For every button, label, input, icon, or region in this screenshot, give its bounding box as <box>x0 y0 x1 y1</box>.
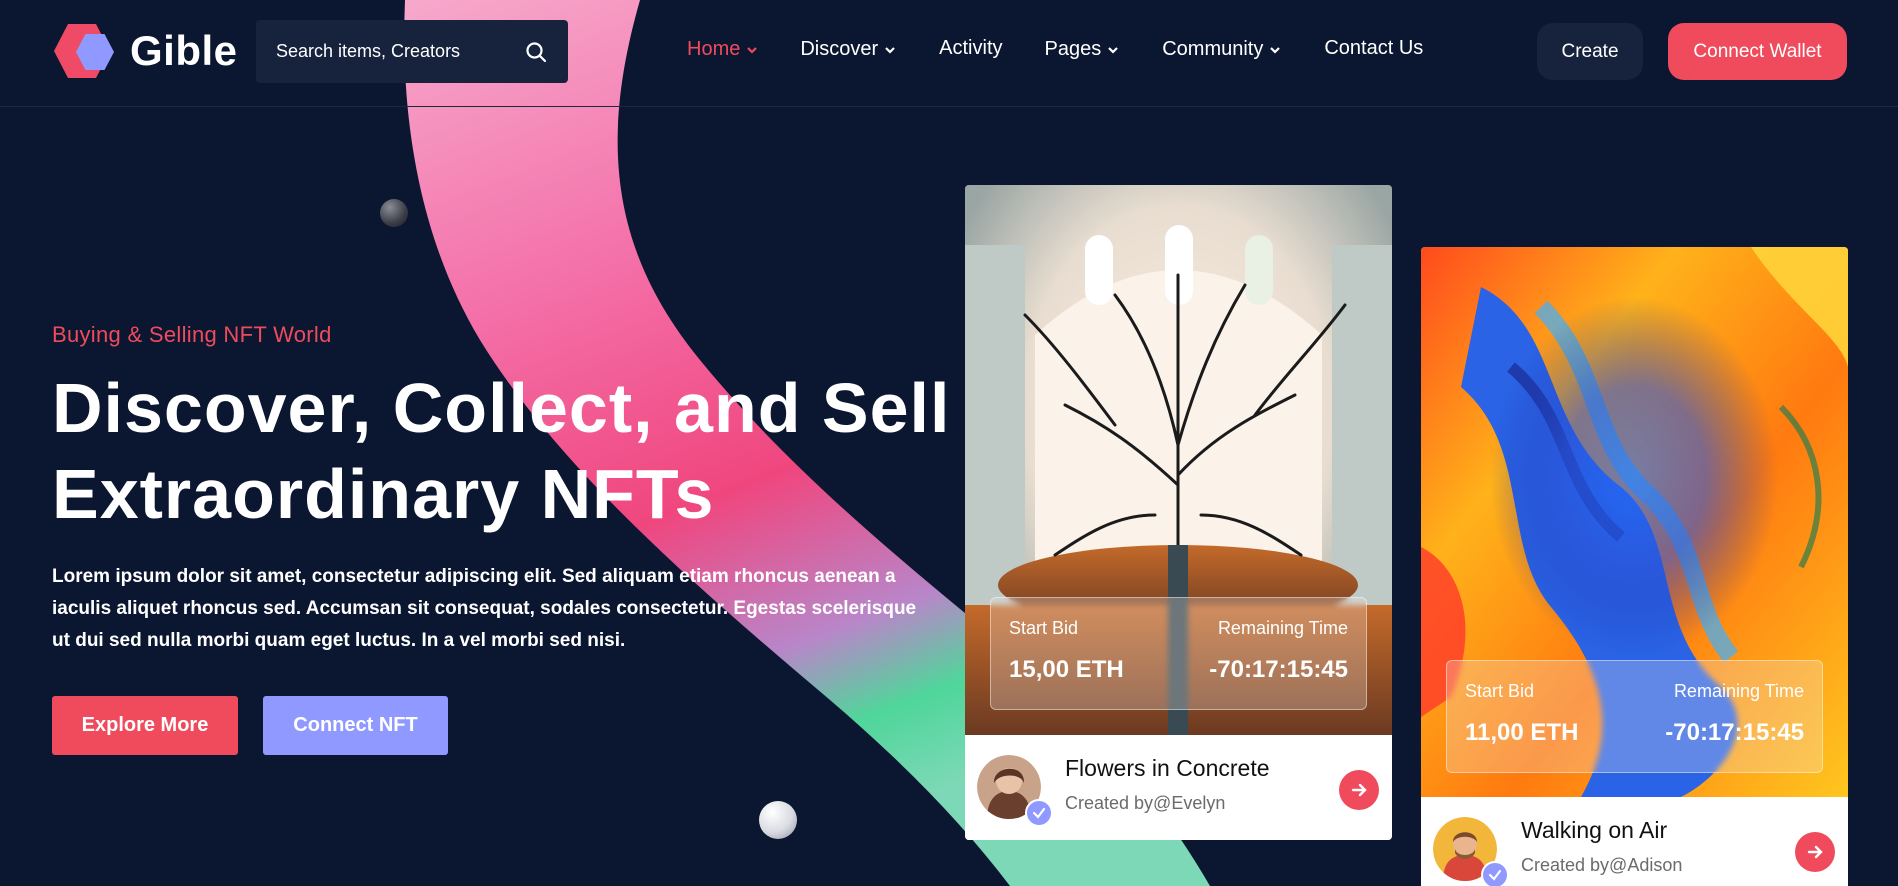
nav-item-label: Pages <box>1044 38 1102 60</box>
card-title[interactable]: Flowers in Concrete <box>1065 755 1270 782</box>
logo-text: Gible <box>130 27 238 74</box>
chevron-down-icon <box>885 46 895 54</box>
nav-item-activity[interactable]: Activity <box>939 36 1002 61</box>
explore-more-button[interactable]: Explore More <box>52 696 238 755</box>
nav-item-label: Home <box>687 38 741 60</box>
decorative-orb <box>380 199 408 227</box>
hero-title: Discover, Collect, and Sell Extraordinar… <box>52 369 951 533</box>
logo-hexagon-icon <box>54 24 120 78</box>
main-nav: Home Discover Activity Pages Community C… <box>687 36 1423 61</box>
connect-nft-button[interactable]: Connect NFT <box>263 696 448 755</box>
bid-info-panel: Start Bid 11,00 ETH Remaining Time -70:1… <box>1446 660 1823 773</box>
search-icon[interactable] <box>524 40 548 64</box>
nft-card[interactable]: Start Bid 15,00 ETH Remaining Time -70:1… <box>965 185 1392 840</box>
remaining-time-label: Remaining Time <box>1217 618 1348 638</box>
nav-item-label: Contact Us <box>1324 37 1424 59</box>
arrow-right-icon[interactable] <box>1339 770 1379 810</box>
chevron-down-icon <box>1270 46 1281 54</box>
start-bid-label: Start Bid <box>1009 618 1079 638</box>
nav-item-contact-us[interactable]: Contact Us <box>1324 36 1423 61</box>
logo[interactable]: Gible <box>54 24 238 78</box>
nav-item-label: Activity <box>939 37 1003 59</box>
card-creator[interactable]: Created by@Adison <box>1521 855 1682 876</box>
nft-card[interactable]: Start Bid 11,00 ETH Remaining Time -70:1… <box>1421 247 1848 886</box>
start-bid-label: Start Bid <box>1465 681 1535 701</box>
card-footer: Flowers in Concrete Created by@Evelyn <box>965 735 1392 840</box>
nav-item-label: Community <box>1162 38 1264 60</box>
arrow-right-icon[interactable] <box>1795 832 1835 872</box>
nav-item-discover[interactable]: Discover <box>800 38 896 61</box>
remaining-time-label: Remaining Time <box>1673 681 1804 701</box>
card-footer: Walking on Air Created by@Adison <box>1421 797 1848 886</box>
chevron-down-icon <box>1108 46 1118 54</box>
verified-check-icon <box>1025 799 1053 827</box>
create-button[interactable]: Create <box>1537 23 1643 80</box>
hero-tagline: Buying & Selling NFT World <box>52 322 332 347</box>
start-bid-value: 15,00 ETH <box>1009 656 1124 683</box>
nav-item-home[interactable]: Home <box>687 38 758 61</box>
start-bid-value: 11,00 ETH <box>1465 719 1579 746</box>
chevron-down-icon <box>747 46 758 54</box>
nav-item-label: Discover <box>800 38 879 60</box>
nav-item-community[interactable]: Community <box>1162 38 1281 61</box>
remaining-time-value: -70:17:15:45 <box>1209 656 1348 683</box>
hero-description: Lorem ipsum dolor sit amet, consectetur … <box>52 566 917 651</box>
search-box <box>256 20 568 83</box>
remaining-time-value: -70:17:15:45 <box>1665 719 1804 746</box>
decorative-orb <box>759 801 797 839</box>
search-input[interactable] <box>276 41 524 62</box>
card-title[interactable]: Walking on Air <box>1521 817 1667 844</box>
card-creator[interactable]: Created by@Evelyn <box>1065 793 1225 814</box>
nav-item-pages[interactable]: Pages <box>1045 38 1120 61</box>
site-header: Gible Home Discover Activity Pages Commu… <box>0 0 1898 107</box>
bid-info-panel: Start Bid 15,00 ETH Remaining Time -70:1… <box>990 597 1367 710</box>
verified-check-icon <box>1481 861 1509 886</box>
connect-wallet-button[interactable]: Connect Wallet <box>1668 23 1847 80</box>
